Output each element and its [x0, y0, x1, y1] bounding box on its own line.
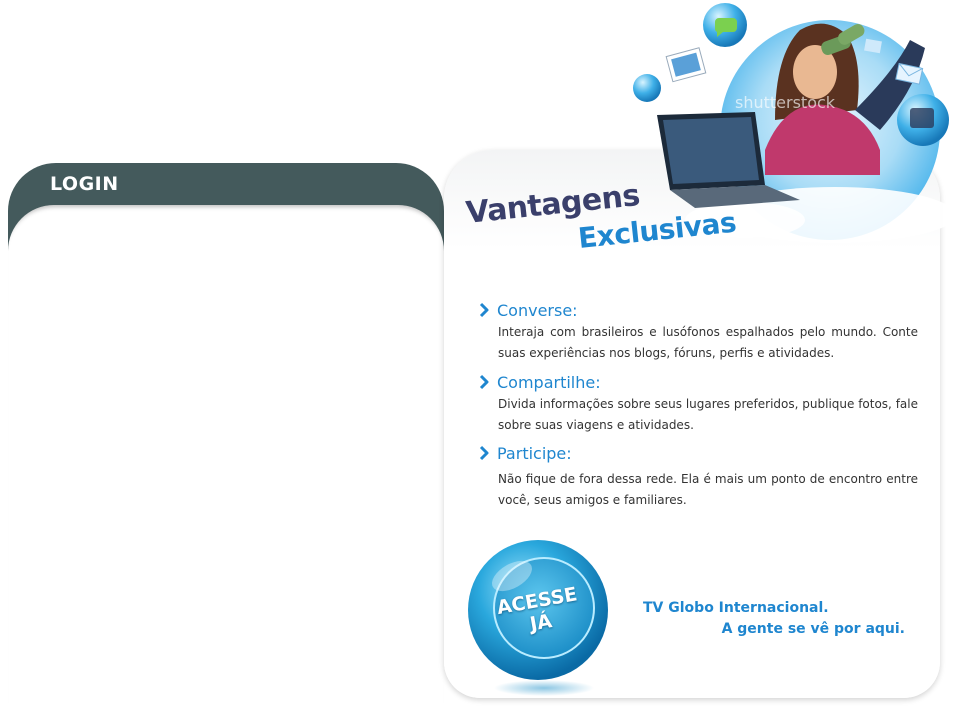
login-body — [8, 205, 444, 703]
login-panel: LOGIN — [8, 163, 444, 703]
advantage-title: Compartilhe: — [497, 372, 601, 392]
tagline-line1: TV Globo Internacional. — [643, 600, 829, 616]
acesse-ja-button[interactable]: ACESSE JÁ — [466, 538, 612, 698]
hero-illustration: shutterstock — [633, 3, 954, 243]
tagline: TV Globo Internacional. A gente se vê po… — [643, 598, 905, 640]
advantage-title: Converse: — [497, 300, 578, 320]
tagline-line2: A gente se vê por aqui. — [721, 621, 905, 637]
chevron-right-icon — [479, 302, 489, 318]
advantage-text: Não fique de fora dessa rede. Ela é mais… — [498, 472, 918, 507]
advantage-compartilhe: Compartilhe: Divida informações sobre se… — [476, 372, 918, 436]
small-bubble-icon — [633, 74, 661, 102]
photo-icon — [665, 47, 707, 83]
login-title: LOGIN — [50, 173, 119, 195]
advantage-participe: Participe: Não fique de fora dessa rede.… — [476, 443, 918, 511]
watermark: shutterstock — [735, 93, 836, 112]
chevron-right-icon — [479, 445, 489, 461]
advantage-text: Divida informações sobre seus lugares pr… — [498, 397, 918, 432]
chevron-right-icon — [479, 374, 489, 390]
advantage-converse: Converse: Interaja com brasileiros e lus… — [476, 300, 918, 364]
advantage-title: Participe: — [497, 443, 572, 463]
advantage-text: Interaja com brasileiros e lusófonos esp… — [498, 325, 918, 360]
